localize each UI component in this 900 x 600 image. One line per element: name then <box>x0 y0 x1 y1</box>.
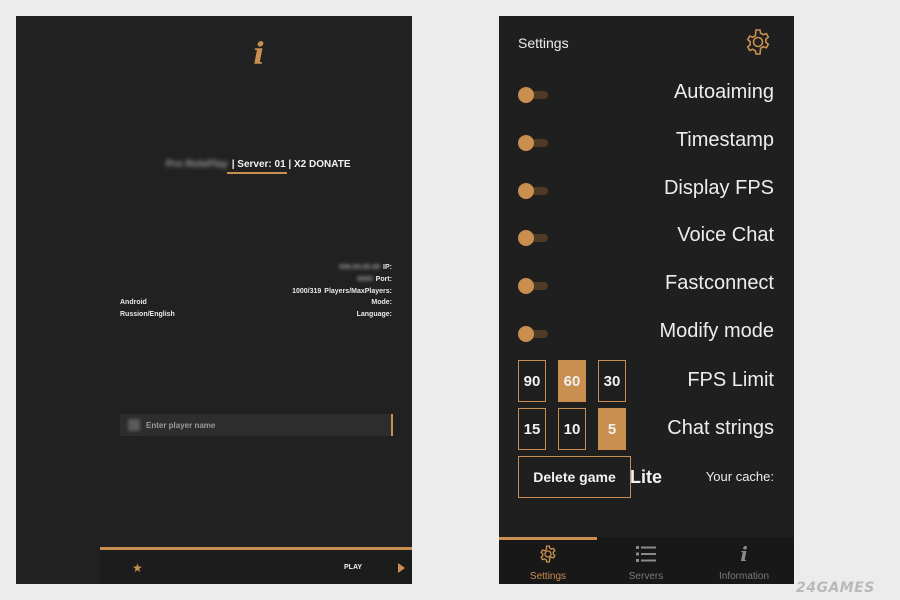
toggle-label: Modify mode <box>659 320 775 342</box>
setting-fastconnect: Fastconnect <box>499 271 794 301</box>
info-row-players: 1000/319 Players/MaxPlayers: <box>120 288 392 299</box>
players-value: 1000/319 <box>292 288 322 295</box>
chat-option-15[interactable]: 15 <box>518 408 546 450</box>
player-name-input[interactable]: Enter player name <box>120 414 393 436</box>
play-bar <box>100 550 412 584</box>
toggle-label: Display FPS <box>663 177 774 199</box>
ip-value: 000.00.00.00 <box>339 264 381 271</box>
ip-key: IP: <box>383 264 392 271</box>
play-arrow-icon[interactable] <box>398 563 405 573</box>
language-key: Language: <box>356 311 392 318</box>
tab-information[interactable]: i Information <box>695 541 793 584</box>
settings-title: Settings <box>518 35 569 51</box>
mode-value: Android <box>120 299 147 306</box>
setting-timestamp: Timestamp <box>499 128 794 158</box>
tab-servers[interactable]: Servers <box>597 541 695 584</box>
user-icon <box>128 419 140 431</box>
info-row-mode: Android Mode: <box>120 299 392 310</box>
info-logo-icon: i <box>253 37 265 72</box>
setting-display-fps: Display FPS <box>499 176 794 206</box>
fps-option-90[interactable]: 90 <box>518 360 546 402</box>
players-key: Players/MaxPlayers: <box>324 288 392 295</box>
delete-game-button[interactable]: Delete game <box>518 456 631 498</box>
tab-label: Servers <box>628 571 664 582</box>
language-value: Russion/English <box>120 311 175 318</box>
port-key: Port: <box>375 276 392 283</box>
fps-option-60[interactable]: 60 <box>558 360 586 402</box>
setting-voice-chat: Voice Chat <box>499 223 794 253</box>
info-row-language: Russion/English Language: <box>120 311 392 322</box>
toggle-label: Voice Chat <box>677 224 774 246</box>
toggle-label: Autoaiming <box>673 81 774 103</box>
server-info-text: | Server: 01 | X2 DONATE <box>231 158 351 170</box>
info-row-port: 0000 Port: <box>120 276 392 287</box>
server-name: Pro RolePlay <box>166 158 228 170</box>
settings-panel: Settings Autoaiming Timestamp Display FP… <box>499 16 794 584</box>
lite-label: Lite <box>630 467 663 487</box>
server-title-underline <box>227 172 287 174</box>
chat-option-10[interactable]: 10 <box>558 408 586 450</box>
fps-option-30[interactable]: 30 <box>598 360 626 402</box>
setting-modify-mode: Modify mode <box>499 319 794 349</box>
info-icon: i <box>740 542 748 566</box>
toggle-label: Timestamp <box>675 129 774 151</box>
gear-icon <box>540 545 556 563</box>
fastconnect-toggle[interactable] <box>518 278 548 294</box>
info-row-ip: 000.00.00.00 IP: <box>120 264 392 275</box>
star-icon[interactable]: ★ <box>132 562 143 574</box>
autoaiming-toggle[interactable] <box>518 87 548 103</box>
display-fps-toggle[interactable] <box>518 183 548 199</box>
player-name-placeholder: Enter player name <box>146 420 216 430</box>
gear-icon[interactable] <box>743 27 773 57</box>
chat-option-5[interactable]: 5 <box>598 408 626 450</box>
cache-label: Your cache: <box>705 469 774 484</box>
modify-mode-toggle[interactable] <box>518 326 548 342</box>
fps-limit-label: FPS Limit <box>687 369 774 391</box>
server-info-panel: i Pro RolePlay | Server: 01 | X2 DONATE … <box>16 16 412 584</box>
active-tab-indicator <box>499 537 597 540</box>
watermark-logo: 24GAMES <box>796 580 875 596</box>
timestamp-toggle[interactable] <box>518 135 548 151</box>
chat-strings-label: Chat strings <box>667 417 774 439</box>
port-value: 0000 <box>357 276 373 283</box>
list-icon <box>636 546 656 562</box>
tab-settings[interactable]: Settings <box>499 541 597 584</box>
tab-label: Information <box>718 571 770 582</box>
tab-label: Settings <box>529 571 567 582</box>
play-button[interactable]: PLAY <box>344 564 362 571</box>
toggle-label: Fastconnect <box>665 272 774 294</box>
server-title: Pro RolePlay | Server: 01 | X2 DONATE <box>166 157 351 171</box>
setting-autoaiming: Autoaiming <box>499 80 794 110</box>
mode-key: Mode: <box>371 299 392 306</box>
voice-chat-toggle[interactable] <box>518 230 548 246</box>
